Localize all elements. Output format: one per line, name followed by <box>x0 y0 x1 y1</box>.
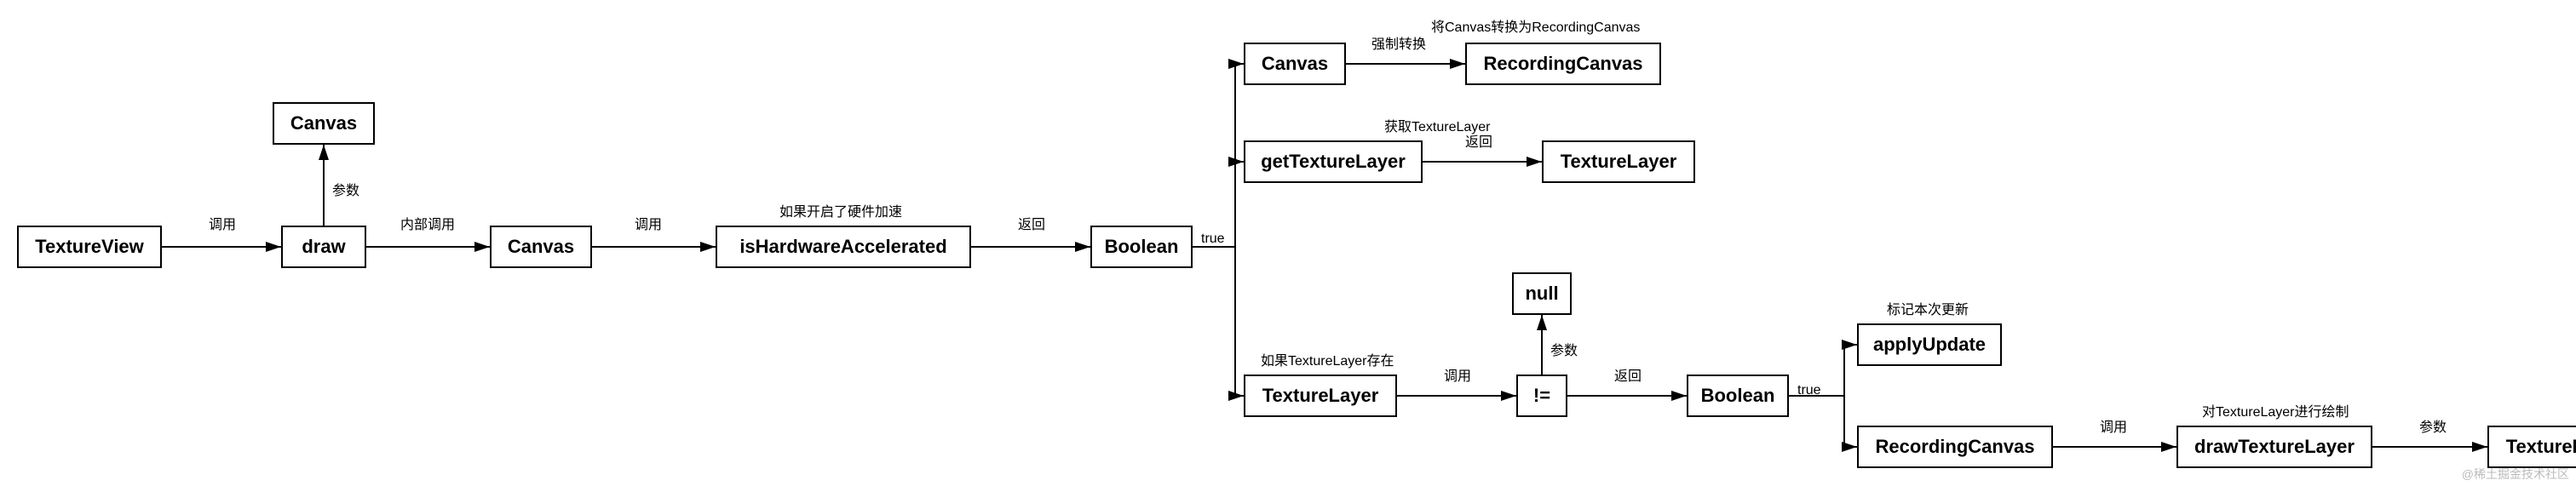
text: drawTextureLayer <box>2194 436 2355 458</box>
node-texture-view: TextureView <box>17 226 162 268</box>
node-is-hw-accel: isHardwareAccelerated <box>716 226 971 268</box>
node-texture-layer-top: TextureLayer <box>1542 140 1695 183</box>
edge-label: 将Canvas转换为RecordingCanvas <box>1431 15 1640 36</box>
edge-label: true <box>1201 232 1225 247</box>
text: Canvas <box>290 112 357 134</box>
watermark: @稀土掘金技术社区 <box>2462 466 2569 483</box>
text: Canvas <box>1262 53 1328 75</box>
text: Boolean <box>1105 236 1179 258</box>
edge-label: 参数 <box>1550 339 1578 359</box>
text: != <box>1533 385 1550 407</box>
text: TextureLayer <box>1262 385 1379 407</box>
node-canvas-inner: Canvas <box>490 226 592 268</box>
edge-label: 返回 <box>1018 213 1045 233</box>
node-recording-canvas-top: RecordingCanvas <box>1465 43 1661 85</box>
text: TextureLayer <box>1561 151 1677 173</box>
edge-label: 强制转换 <box>1371 32 1426 53</box>
edge-label: 标记本次更新 <box>1887 298 1969 318</box>
edge-label: 参数 <box>2419 415 2447 436</box>
text: draw <box>302 236 345 258</box>
text: RecordingCanvas <box>1483 53 1642 75</box>
node-boolean2: Boolean <box>1687 375 1789 417</box>
text: getTextureLayer <box>1261 151 1406 173</box>
edge-label: 内部调用 <box>400 213 455 233</box>
edge-label: 如果TextureLayer存在 <box>1261 349 1394 369</box>
node-get-texture-layer: getTextureLayer <box>1244 140 1423 183</box>
edge-label: true <box>1797 383 1821 398</box>
edge-label: 调用 <box>2100 415 2127 436</box>
edge-label: 参数 <box>332 179 359 199</box>
text: RecordingCanvas <box>1875 436 2034 458</box>
node-canvas-top: Canvas <box>1244 43 1346 85</box>
node-draw-texture-layer: drawTextureLayer <box>2176 426 2372 468</box>
edge-label: 如果开启了硬件加速 <box>779 200 902 220</box>
text: null <box>1525 283 1558 305</box>
node-canvas-param: Canvas <box>273 102 375 145</box>
node-texture-layer-end: TextureLayer <box>2487 426 2576 468</box>
text: applyUpdate <box>1873 334 1986 356</box>
edge-label: 对TextureLayer进行绘制 <box>2202 400 2349 420</box>
node-apply-update: applyUpdate <box>1857 323 2002 366</box>
edge-label: 调用 <box>635 213 662 233</box>
edge-label: 返回 <box>1465 130 1492 151</box>
edge-label: 调用 <box>209 213 236 233</box>
text: Canvas <box>508 236 574 258</box>
edge-label: 调用 <box>1444 364 1471 385</box>
node-draw: draw <box>281 226 366 268</box>
node-texture-layer-bottom: TextureLayer <box>1244 375 1397 417</box>
text: Boolean <box>1701 385 1775 407</box>
node-not-equal: != <box>1516 375 1567 417</box>
edge-label: 返回 <box>1614 364 1642 385</box>
node-recording-canvas-bottom: RecordingCanvas <box>1857 426 2053 468</box>
text: TextureLayer <box>2506 436 2576 458</box>
text: isHardwareAccelerated <box>739 236 946 258</box>
node-null: null <box>1512 272 1572 315</box>
node-boolean1: Boolean <box>1090 226 1193 268</box>
text: TextureView <box>35 236 144 258</box>
